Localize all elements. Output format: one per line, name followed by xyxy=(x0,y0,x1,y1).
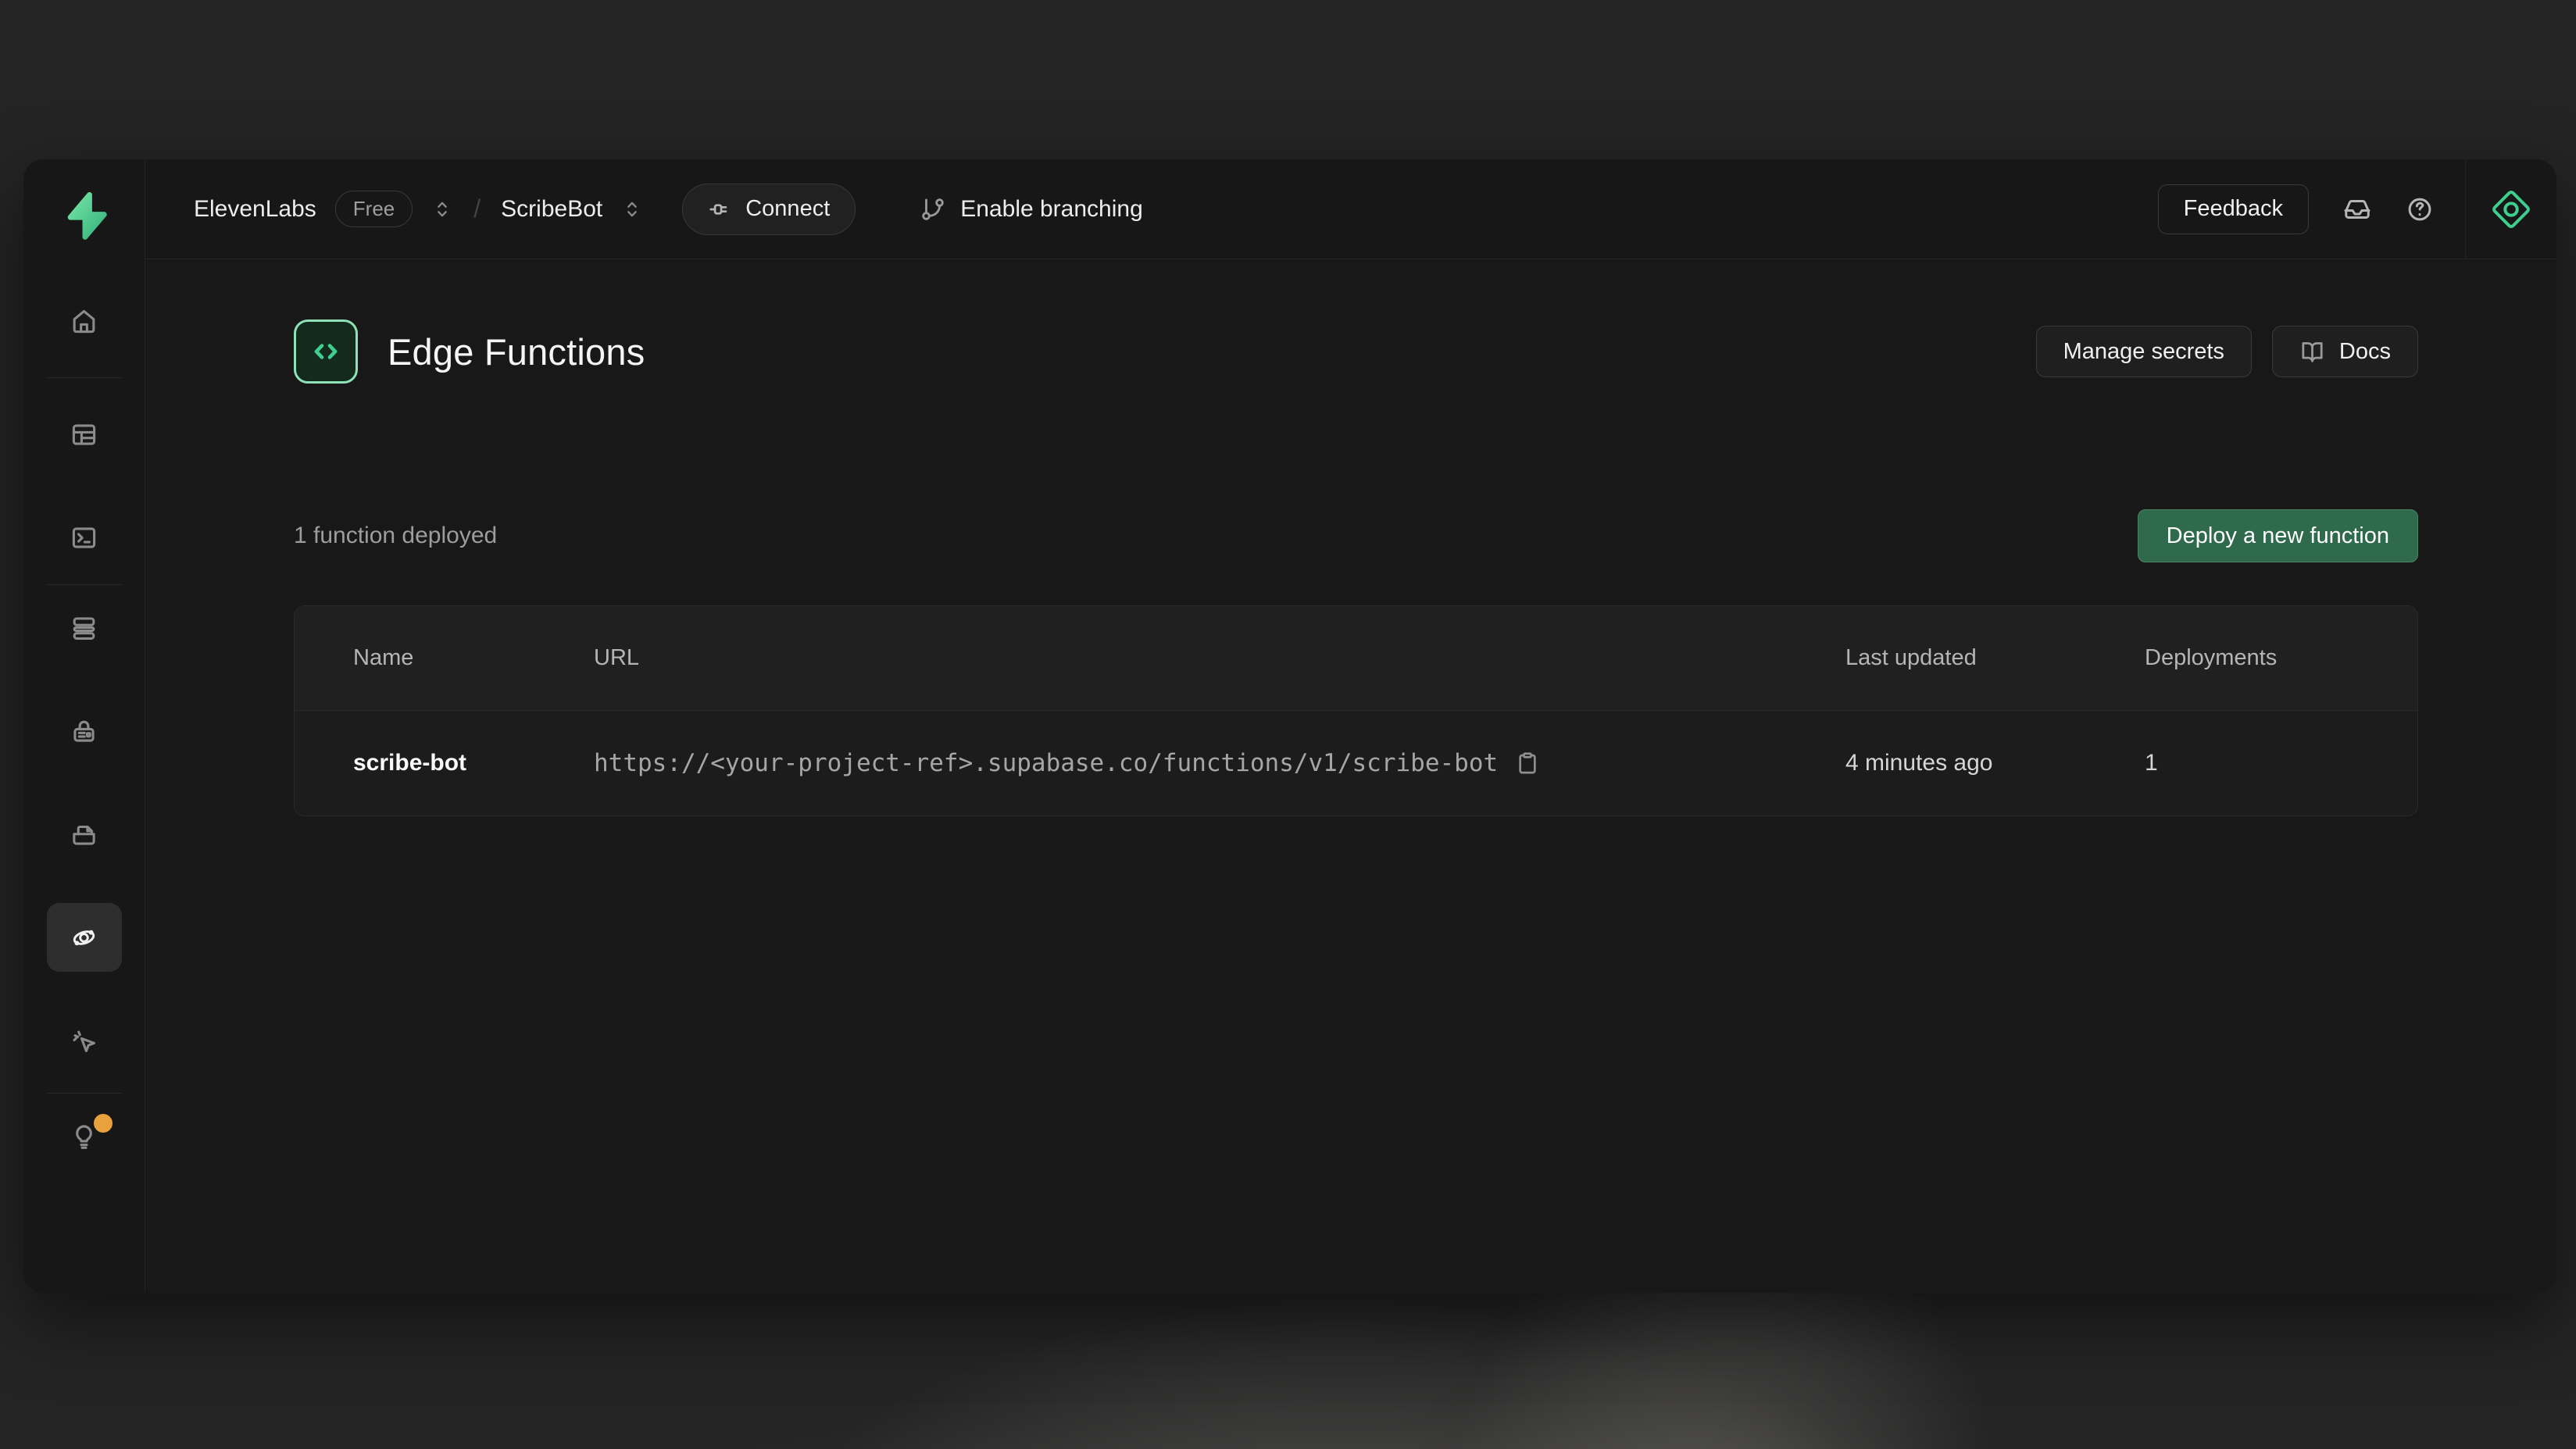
sidebar-item-sql-editor[interactable] xyxy=(47,513,122,562)
auth-lock-icon xyxy=(70,717,98,746)
enable-branching-label: Enable branching xyxy=(960,196,1143,223)
edge-functions-icon xyxy=(70,923,98,952)
supabase-logo-icon[interactable] xyxy=(59,189,110,241)
notification-dot xyxy=(94,1114,113,1133)
main-column: ElevenLabs Free / ScribeBot xyxy=(145,159,2556,1293)
function-url: https://<your-project-ref>.supabase.co/f… xyxy=(594,749,1498,777)
column-header-url: URL xyxy=(594,645,1845,671)
sidebar-divider xyxy=(48,1093,121,1094)
page-title: Edge Functions xyxy=(388,330,645,373)
breadcrumb-separator: / xyxy=(473,195,481,223)
sidebar-item-advisors[interactable] xyxy=(47,1112,122,1161)
code-icon xyxy=(308,334,344,369)
plan-badge: Free xyxy=(335,191,413,227)
page-header-buttons: Manage secrets Docs xyxy=(2036,326,2418,377)
home-icon xyxy=(70,307,98,336)
sidebar-item-home[interactable] xyxy=(47,297,122,345)
column-header-last-updated: Last updated xyxy=(1845,645,2145,671)
supabase-app-window: ElevenLabs Free / ScribeBot xyxy=(23,159,2556,1293)
help-icon[interactable] xyxy=(2406,195,2434,223)
edge-functions-page: Edge Functions Manage secrets Docs xyxy=(145,259,2556,1293)
book-open-icon xyxy=(2299,339,2325,365)
plug-icon xyxy=(708,197,733,222)
topbar-actions: Feedback xyxy=(2158,159,2556,259)
project-name[interactable]: ScribeBot xyxy=(501,196,602,223)
realtime-cursor-icon xyxy=(70,1026,98,1055)
sidebar-item-storage[interactable] xyxy=(47,810,122,858)
storage-icon xyxy=(70,820,98,849)
sidebar-item-realtime[interactable] xyxy=(47,1016,122,1065)
assistant-button[interactable] xyxy=(2466,159,2556,259)
topbar: ElevenLabs Free / ScribeBot xyxy=(145,159,2556,259)
column-header-deployments: Deployments xyxy=(2145,645,2417,671)
connect-label: Connect xyxy=(745,196,830,222)
copy-url-icon[interactable] xyxy=(1515,751,1540,776)
sql-editor-icon xyxy=(70,523,98,552)
page-header: Edge Functions Manage secrets Docs xyxy=(294,319,2418,384)
page-title-group: Edge Functions xyxy=(294,319,645,384)
manage-secrets-label: Manage secrets xyxy=(2063,339,2224,365)
sidebar-item-table-editor[interactable] xyxy=(47,410,122,459)
functions-toolbar: 1 function deployed Deploy a new functio… xyxy=(294,509,2418,562)
edge-functions-page-icon xyxy=(294,319,358,384)
functions-count: 1 function deployed xyxy=(294,523,497,549)
docs-label: Docs xyxy=(2339,339,2391,365)
feedback-button[interactable]: Feedback xyxy=(2158,184,2309,234)
sidebar-item-edge-functions[interactable] xyxy=(47,903,122,972)
assistant-diamond-icon xyxy=(2489,187,2533,231)
database-icon xyxy=(70,614,98,643)
deploy-new-function-button[interactable]: Deploy a new function xyxy=(2138,509,2418,562)
column-header-name: Name xyxy=(353,645,594,671)
org-name[interactable]: ElevenLabs xyxy=(194,196,316,223)
org-switcher-chevrons-icon[interactable] xyxy=(431,198,453,220)
functions-table-header: Name URL Last updated Deployments xyxy=(295,606,2417,711)
function-row-scribe-bot[interactable]: scribe-bot https://<your-project-ref>.su… xyxy=(295,711,2417,816)
docs-button[interactable]: Docs xyxy=(2272,326,2418,377)
table-editor-icon xyxy=(70,420,98,449)
breadcrumb: ElevenLabs Free / ScribeBot xyxy=(194,184,1143,235)
sidebar-item-authentication[interactable] xyxy=(47,707,122,755)
project-switcher-chevrons-icon[interactable] xyxy=(621,198,643,220)
enable-branching-button[interactable]: Enable branching xyxy=(920,196,1143,223)
function-url-cell: https://<your-project-ref>.supabase.co/f… xyxy=(594,749,1845,777)
inbox-icon[interactable] xyxy=(2343,195,2371,223)
connect-button[interactable]: Connect xyxy=(682,184,856,235)
functions-table: Name URL Last updated Deployments scribe… xyxy=(294,605,2418,816)
screen: ElevenLabs Free / ScribeBot xyxy=(0,0,2576,1449)
sidebar xyxy=(23,159,145,1293)
manage-secrets-button[interactable]: Manage secrets xyxy=(2036,326,2252,377)
function-last-updated: 4 minutes ago xyxy=(1845,750,2145,776)
sidebar-divider xyxy=(48,377,121,378)
git-branch-icon xyxy=(920,196,946,223)
function-deployments: 1 xyxy=(2145,750,2417,776)
sidebar-divider xyxy=(48,584,121,585)
function-name: scribe-bot xyxy=(353,750,594,776)
sidebar-item-database[interactable] xyxy=(47,604,122,652)
